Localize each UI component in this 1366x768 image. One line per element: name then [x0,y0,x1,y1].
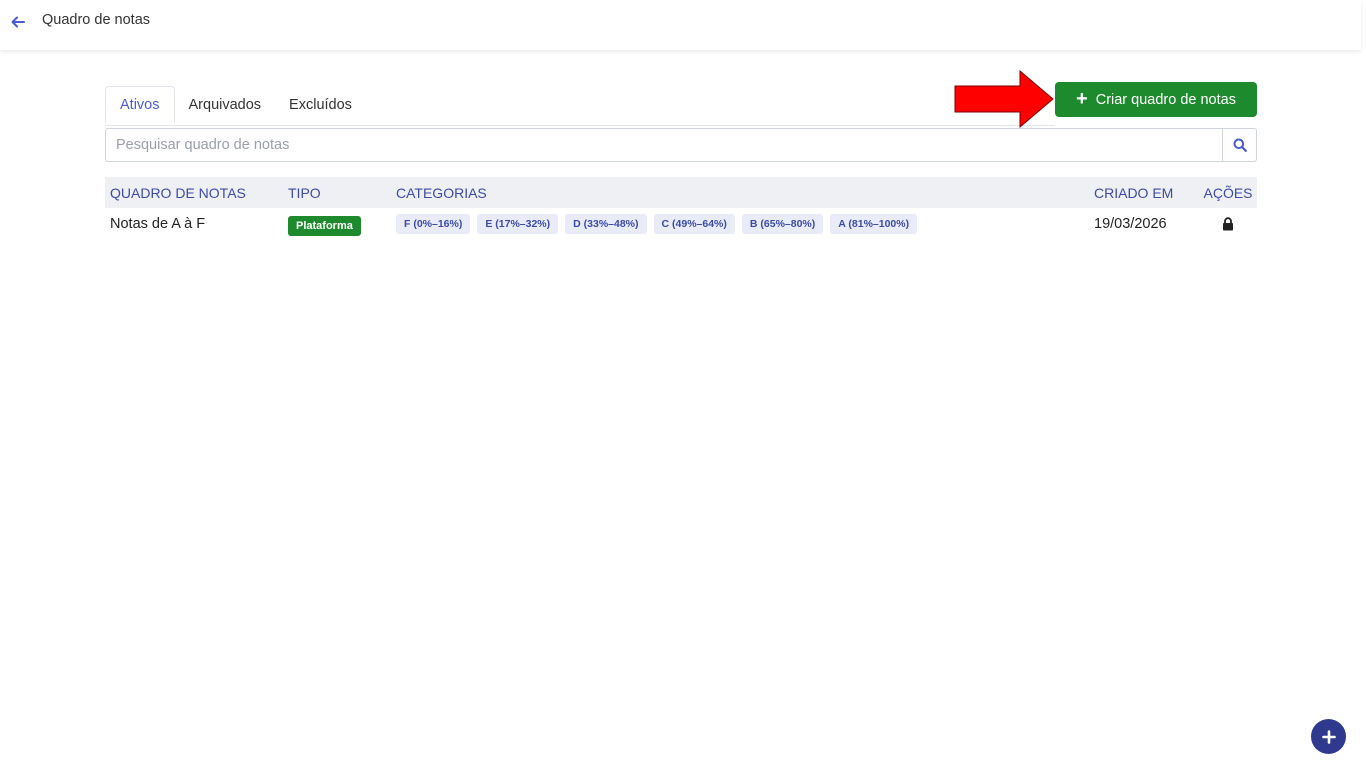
tab-arquivados[interactable]: Arquivados [175,86,276,123]
category-chip: E (17%–32%) [477,214,559,234]
tab-divider [105,125,1055,126]
back-button[interactable] [8,12,28,32]
category-chip: C (49%–64%) [653,214,735,234]
actions-cell [1204,208,1252,240]
category-chip: D (33%–48%) [565,214,647,234]
column-header-categories: CATEGORIAS [396,184,487,201]
column-header-type[interactable]: TIPO [288,177,321,208]
column-header-actions: AÇÕES [1203,184,1253,201]
top-bar: Quadro de notas [0,0,1361,50]
search-bar [105,128,1257,162]
annotation-arrow-icon [954,70,1054,128]
created-date: 19/03/2026 [1094,216,1167,232]
category-chip: A (81%–100%) [830,214,918,234]
page-title: Quadro de notas [42,12,151,28]
table-header: QUADRO DE NOTAS TIPO CATEGORIAS CRIADO E… [105,177,1257,208]
arrow-left-icon [11,16,25,28]
type-badge: Plataforma [288,215,361,236]
search-button[interactable] [1222,128,1257,162]
plus-icon [1321,729,1336,744]
search-input[interactable] [105,128,1222,162]
tab-excluidos[interactable]: Excluídos [275,86,366,123]
lock-icon[interactable] [1222,217,1234,231]
tab-bar: Ativos Arquivados Excluídos [105,86,366,126]
type-cell: Plataforma [288,208,361,240]
search-icon [1233,138,1247,152]
grade-board-table: QUADRO DE NOTAS TIPO CATEGORIAS CRIADO E… [105,177,1257,240]
tab-ativos[interactable]: Ativos [105,86,175,123]
grade-board-name[interactable]: Notas de A à F [110,208,205,240]
column-header-name[interactable]: QUADRO DE NOTAS [110,177,246,208]
category-chip: F (0%–16%) [396,214,471,234]
create-grade-board-button[interactable]: + Criar quadro de notas [1055,82,1257,117]
category-chip: B (65%–80%) [741,214,824,234]
create-button-label: Criar quadro de notas [1095,91,1236,108]
column-header-created[interactable]: CRIADO EM [1094,177,1173,208]
plus-icon: + [1076,87,1088,110]
table-row[interactable]: Notas de A à F Plataforma F (0%–16%) E (… [105,208,1257,240]
categories-cell: F (0%–16%) E (17%–32%) D (33%–48%) C (49… [396,208,918,240]
floating-add-button[interactable] [1311,719,1346,754]
